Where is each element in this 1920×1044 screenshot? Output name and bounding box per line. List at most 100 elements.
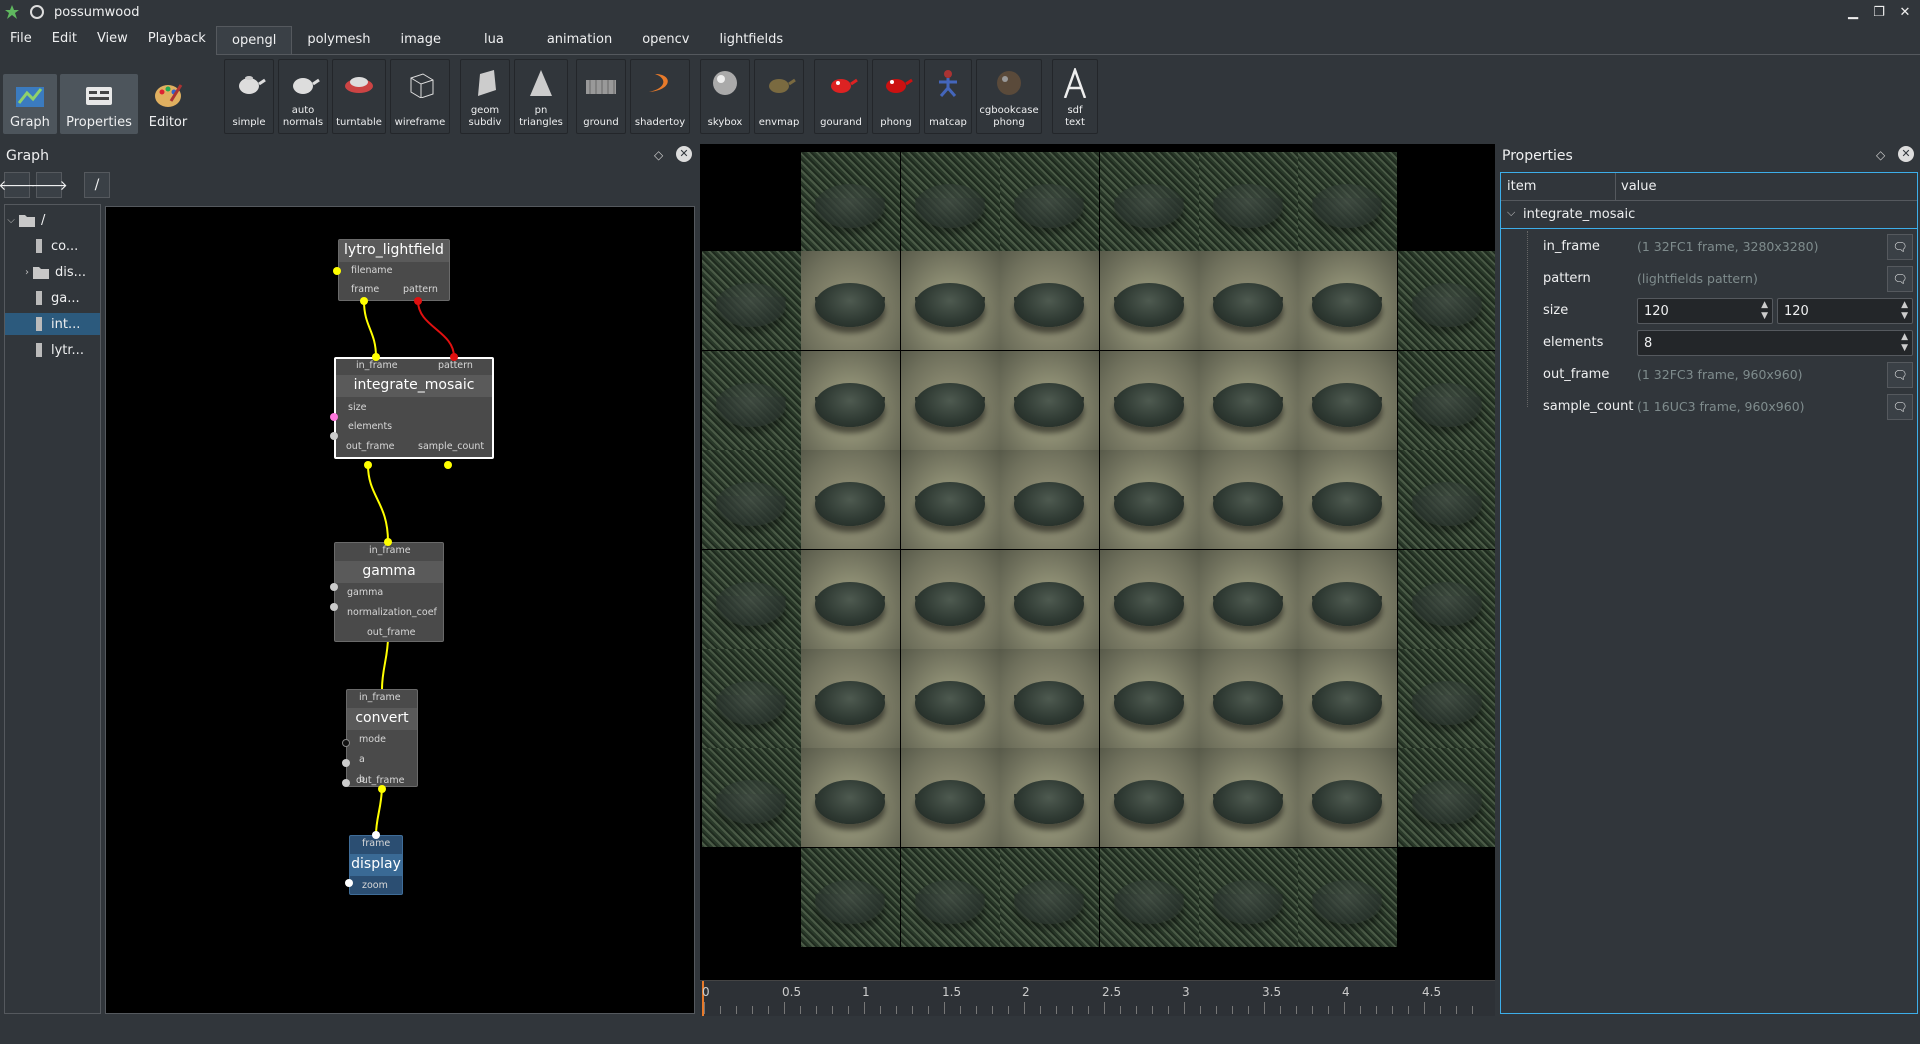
menu-playback[interactable]: Playback — [138, 28, 216, 50]
spin-arrows-icon[interactable]: ▲ ▼ — [1901, 300, 1908, 322]
float-icon[interactable]: ◇ — [1876, 148, 1885, 162]
menu-view[interactable]: View — [87, 28, 138, 50]
tool-shadertoy-button[interactable]: shadertoy — [630, 59, 690, 134]
port-dot[interactable] — [330, 603, 338, 611]
edit-button[interactable]: 🗨 — [1887, 394, 1913, 420]
tool-ground-button[interactable]: ground — [576, 59, 626, 134]
tool-matcap-button[interactable]: matcap — [924, 59, 972, 134]
property-group[interactable]: ⌵ integrate_mosaic — [1501, 201, 1917, 229]
timeline[interactable]: 0 0.5 1 1.5 2 2.5 3 3.5 4 4.5 — [700, 980, 1495, 1017]
tool-label: simple — [232, 117, 266, 128]
tool-pn-triangles-button[interactable]: pn triangles — [514, 59, 568, 134]
maximize-button[interactable]: ❐ — [1870, 3, 1888, 21]
menu-edit[interactable]: Edit — [42, 28, 87, 50]
back-button[interactable]: 🡐 — [0, 172, 36, 198]
chevron-down-icon[interactable]: ⌵ — [1507, 206, 1515, 220]
spin-arrows-icon[interactable]: ▲ ▼ — [1761, 300, 1768, 322]
tool-envmap-button[interactable]: envmap — [754, 59, 804, 134]
port-dot[interactable] — [330, 583, 338, 591]
tool-geom-subdiv-button[interactable]: geom subdiv — [460, 59, 510, 134]
port-dot[interactable] — [384, 538, 392, 546]
port-dot[interactable] — [360, 297, 368, 305]
elements-spinbox[interactable]: 8 ▲ ▼ — [1637, 330, 1913, 356]
port-dot[interactable] — [330, 413, 338, 421]
port-pattern: pattern — [403, 284, 438, 295]
port-dot[interactable] — [345, 879, 353, 887]
close-panel-icon[interactable]: ✕ — [1898, 146, 1914, 162]
mosaic-tile — [801, 549, 901, 649]
mosaic-tile — [900, 847, 1000, 947]
port-dot[interactable] — [372, 353, 380, 361]
property-label: out_frame — [1543, 367, 1610, 382]
tab-lua[interactable]: lua — [456, 26, 532, 54]
size-x-spinbox[interactable]: 120 ▲ ▼ — [1637, 298, 1773, 324]
tab-opengl[interactable]: opengl — [216, 26, 293, 54]
menu-file[interactable]: File — [0, 28, 42, 50]
tree-item-ga[interactable]: ga... — [5, 287, 100, 309]
node-convert[interactable]: in_frame convert mode a b — [346, 689, 418, 787]
mode-editor-button[interactable]: Editor — [142, 74, 194, 134]
node-lytro-lightfield[interactable]: lytro_lightfield filename frame pattern — [338, 239, 450, 301]
tree-item-lytr[interactable]: lytr... — [5, 339, 100, 361]
pin-icon[interactable] — [30, 5, 44, 19]
tab-animation[interactable]: animation — [532, 26, 627, 54]
tool-auto-normals-button[interactable]: auto normals — [278, 59, 328, 134]
port-dot[interactable] — [444, 461, 452, 469]
tool-sdf-text-button[interactable]: sdf text — [1052, 59, 1098, 134]
port-dot[interactable] — [330, 432, 338, 440]
property-value: (1 32FC1 frame, 3280x3280) — [1637, 239, 1819, 254]
tree-item-int[interactable]: int... — [5, 313, 100, 335]
minimize-button[interactable]: ▁ — [1844, 3, 1862, 21]
node-gamma[interactable]: in_frame gamma gamma normalization_coef … — [334, 542, 444, 642]
tool-phong-button[interactable]: phong — [872, 59, 920, 134]
spin-arrows-icon[interactable]: ▲ ▼ — [1901, 332, 1908, 354]
port-dot[interactable] — [450, 353, 458, 361]
node-integrate-mosaic[interactable]: in_frame pattern integrate_mosaic size e… — [334, 357, 494, 459]
timeline-tick — [1184, 1002, 1185, 1014]
tab-lightfields[interactable]: lightfields — [704, 26, 798, 54]
tree-item-co[interactable]: co... — [5, 235, 100, 257]
tool-skybox-button[interactable]: skybox — [700, 59, 750, 134]
property-value: (1 32FC3 frame, 960x960) — [1637, 367, 1803, 382]
port-dot[interactable] — [364, 461, 372, 469]
tab-opencv[interactable]: opencv — [627, 26, 704, 54]
port-dot[interactable] — [378, 785, 386, 793]
mosaic-tile — [1397, 251, 1495, 351]
forward-button[interactable]: 🡒 — [30, 172, 68, 198]
timeline-tick — [1216, 1006, 1217, 1014]
tab-polymesh[interactable]: polymesh — [292, 26, 385, 54]
float-icon[interactable]: ◇ — [654, 148, 663, 162]
tree-item-root[interactable]: ⌵ / — [5, 209, 100, 231]
edit-button[interactable]: 🗨 — [1887, 234, 1913, 260]
port-dot[interactable] — [372, 831, 380, 839]
tool-cgbookcase-phong-button[interactable]: cgbookcase phong — [976, 59, 1042, 134]
port-dot[interactable] — [342, 739, 350, 747]
path-button[interactable]: / — [84, 172, 110, 198]
port-dot[interactable] — [342, 779, 350, 787]
chevron-right-icon[interactable]: › — [21, 267, 33, 278]
mode-graph-button[interactable]: Graph — [3, 74, 57, 134]
tab-image[interactable]: image — [386, 26, 457, 54]
timeline-tick — [1120, 1006, 1121, 1014]
port-dot[interactable] — [342, 759, 350, 767]
tool-simple-button[interactable]: simple — [224, 59, 274, 134]
node-display[interactable]: frame display zoom — [349, 835, 403, 895]
close-window-button[interactable]: ✕ — [1896, 3, 1914, 21]
port-normalization-coef: normalization_coef — [347, 607, 437, 618]
port-dot[interactable] — [333, 267, 341, 275]
viewport[interactable] — [700, 144, 1495, 984]
close-panel-icon[interactable]: ✕ — [676, 146, 692, 162]
timeline-tick — [1168, 1006, 1169, 1014]
size-y-spinbox[interactable]: 120 ▲ ▼ — [1777, 298, 1913, 324]
port-dot[interactable] — [414, 297, 422, 305]
chevron-down-icon[interactable]: ⌵ — [5, 215, 17, 226]
tool-gourand-button[interactable]: gourand — [814, 59, 868, 134]
mode-properties-button[interactable]: Properties — [60, 74, 138, 134]
edit-button[interactable]: 🗨 — [1887, 362, 1913, 388]
tree-item-dis[interactable]: › dis... — [5, 261, 100, 283]
mosaic-tile — [1199, 450, 1298, 550]
edit-button[interactable]: 🗨 — [1887, 266, 1913, 292]
graph-canvas[interactable]: lytro_lightfield filename frame pattern … — [105, 206, 695, 1014]
tool-wireframe-button[interactable]: wireframe — [390, 59, 450, 134]
tool-turntable-button[interactable]: turntable — [332, 59, 386, 134]
